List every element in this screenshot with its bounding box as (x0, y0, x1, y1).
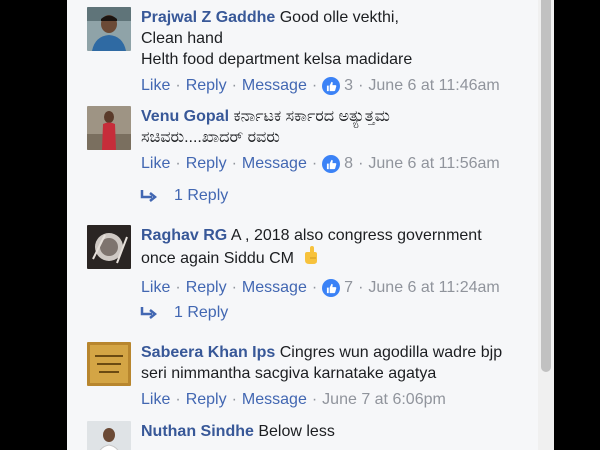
timestamp[interactable]: June 7 at 6:06pm (322, 390, 446, 410)
avatar[interactable] (87, 342, 131, 386)
comment-text: Below less (258, 423, 335, 440)
comment-text: ಸಚಿವರು....ಖಾದರ್ ರವರು (141, 129, 280, 146)
reply-arrow-icon (140, 306, 158, 320)
comment-text: Cingres wun agodilla wadre bjp (279, 344, 503, 361)
message-link[interactable]: Message (242, 154, 307, 174)
comment-actions: Like · Reply · Message · 7 · June 6 at 1… (141, 278, 531, 298)
timestamp[interactable]: June 6 at 11:56am (368, 154, 499, 174)
reaction-count[interactable]: 7 (344, 278, 353, 298)
separator: · (358, 155, 364, 172)
thumbs-up-icon[interactable] (322, 155, 341, 173)
comment-text: Clean hand (141, 30, 223, 47)
message-link[interactable]: Message (242, 76, 307, 96)
author-name[interactable]: Nuthan Sindhe (141, 423, 254, 440)
scrollbar[interactable] (538, 0, 554, 450)
separator: · (358, 77, 364, 94)
message-link[interactable]: Message (242, 390, 307, 410)
author-name[interactable]: Sabeera Khan Ips (141, 344, 275, 361)
separator: · (175, 155, 181, 172)
like-link[interactable]: Like (141, 278, 170, 298)
comment-text: A , 2018 also congress government (230, 227, 482, 244)
thumbs-up-icon[interactable] (322, 77, 341, 95)
reaction-count[interactable]: 8 (344, 154, 353, 174)
reply-link[interactable]: Reply (186, 154, 227, 174)
pointing-hand-emoji (301, 246, 321, 272)
separator: · (175, 391, 181, 408)
separator: · (231, 279, 237, 296)
avatar[interactable] (87, 106, 131, 150)
comment-actions: Like · Reply · Message · June 7 at 6:06p… (141, 390, 531, 410)
comment-text: Good olle vekthi, (279, 9, 399, 26)
separator: · (311, 155, 318, 172)
author-name[interactable]: Prajwal Z Gaddhe (141, 9, 275, 26)
replies-count[interactable]: 1 Reply (174, 304, 228, 322)
author-name[interactable]: Raghav RG (141, 227, 227, 244)
comment-text: ಕರ್ನಾಟಕ ಸರ್ಕಾರದ ಅತ್ಯುತ್ತಮ (233, 108, 390, 125)
like-link[interactable]: Like (141, 76, 170, 96)
like-link[interactable]: Like (141, 154, 170, 174)
thumbs-up-icon[interactable] (322, 279, 341, 297)
separator: · (231, 77, 237, 94)
separator: · (311, 77, 318, 94)
separator: · (175, 77, 181, 94)
replies-count[interactable]: 1 Reply (174, 187, 228, 205)
comment-actions: Like · Reply · Message · 8 · June 6 at 1… (141, 154, 531, 174)
separator: · (358, 279, 364, 296)
reply-link[interactable]: Reply (186, 390, 227, 410)
avatar[interactable] (87, 225, 131, 269)
reply-arrow-icon (140, 189, 158, 203)
comment-actions: Like · Reply · Message · 3 · June 6 at 1… (141, 76, 531, 96)
view-replies-link[interactable]: 1 Reply (140, 187, 228, 205)
reply-link[interactable]: Reply (186, 76, 227, 96)
comment-text: seri nimmantha sacgiva karnatake agatya (141, 365, 437, 382)
timestamp[interactable]: June 6 at 11:24am (368, 278, 499, 298)
timestamp[interactable]: June 6 at 11:46am (368, 76, 499, 96)
comment-text: once again Siddu CM (141, 250, 294, 267)
comments-panel: Prajwal Z Gaddhe Good olle vekthi, Clean… (67, 0, 538, 450)
comment-text: Helth food department kelsa madidare (141, 51, 413, 68)
separator: · (175, 279, 181, 296)
separator: · (231, 155, 237, 172)
view-replies-link[interactable]: 1 Reply (140, 304, 228, 322)
separator: · (311, 391, 318, 408)
like-link[interactable]: Like (141, 390, 170, 410)
reaction-count[interactable]: 3 (344, 76, 353, 96)
separator: · (311, 279, 318, 296)
separator: · (231, 391, 237, 408)
avatar[interactable] (87, 421, 131, 450)
author-name[interactable]: Venu Gopal (141, 108, 229, 125)
reply-link[interactable]: Reply (186, 278, 227, 298)
avatar[interactable] (87, 7, 131, 51)
message-link[interactable]: Message (242, 278, 307, 298)
scrollbar-thumb[interactable] (541, 0, 551, 372)
